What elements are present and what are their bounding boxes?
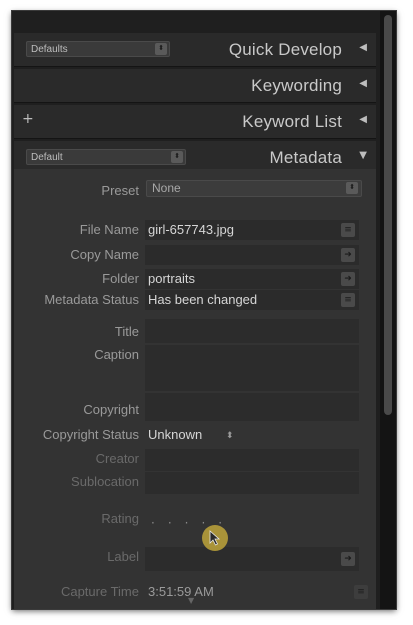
triangle-left-icon[interactable]: ◀ (359, 42, 367, 53)
quick-develop-title: Quick Develop (228, 40, 342, 59)
list-icon[interactable]: ≡ (341, 293, 355, 307)
scrollbar-thumb[interactable] (384, 15, 392, 415)
arrow-right-icon[interactable]: ➜ (341, 248, 355, 262)
metadata-status-value: Has been changed (148, 292, 258, 307)
creator-row: Creator (14, 448, 376, 470)
metadata-preset-dropdown[interactable]: None ⬍ (146, 180, 362, 197)
pointer-icon (209, 530, 221, 546)
folder-label: Folder (102, 271, 139, 286)
copyright-status-label: Copyright Status (42, 427, 139, 442)
panel-scrollbar[interactable] (380, 11, 396, 609)
folder-value: portraits (148, 271, 195, 286)
capture-time-row: Capture Time 3:51:59 AM ≡ (14, 581, 376, 603)
quick-develop-preset-select[interactable]: Defaults ⬍ (26, 41, 170, 57)
caption-label: Caption (94, 347, 139, 362)
metadata-status-row: Metadata Status ≡ Has been changed (14, 289, 376, 311)
add-keyword-icon[interactable]: + (22, 111, 34, 127)
copyright-label: Copyright (83, 402, 139, 417)
label-label: Label (107, 549, 139, 564)
creator-label: Creator (95, 451, 139, 466)
metadata-title: Metadata (269, 148, 342, 167)
metadata-preset-value: Default (31, 152, 63, 163)
copyright-status-value[interactable]: Unknown (148, 427, 202, 442)
list-icon[interactable]: ≡ (341, 223, 355, 237)
folder-row: Folder ➜ portraits (14, 268, 376, 290)
file-name-label: File Name (79, 222, 139, 237)
keyword-list-title: Keyword List (242, 112, 342, 131)
updown-spinner-icon: ⬍ (155, 43, 167, 55)
sublocation-row: Sublocation (14, 471, 376, 493)
panel-stack: Defaults ⬍ Quick Develop ◀ Keywording ◀ … (12, 11, 378, 609)
triangle-down-icon[interactable]: ▼ (359, 150, 367, 161)
rating-label: Rating (101, 511, 139, 526)
keywording-title: Keywording (251, 76, 342, 95)
quick-develop-header[interactable]: Defaults ⬍ Quick Develop ◀ (14, 33, 376, 67)
copy-name-label: Copy Name (70, 247, 139, 262)
triangle-left-icon[interactable]: ◀ (359, 114, 367, 125)
quick-develop-preset-value: Defaults (31, 44, 68, 55)
preset-label: Preset (101, 183, 139, 198)
file-name-value: girl-657743.jpg (148, 222, 235, 237)
sublocation-label: Sublocation (71, 474, 139, 489)
chevron-down-icon[interactable]: ▼ (188, 596, 194, 605)
copyright-status-row: Copyright Status Unknown ⬍ (14, 424, 376, 446)
keyword-list-header[interactable]: + Keyword List ◀ (14, 105, 376, 139)
capture-time-value: 3:51:59 AM (148, 584, 214, 599)
triangle-left-icon[interactable]: ◀ (359, 78, 367, 89)
preset-row: Preset None ⬍ (14, 175, 376, 198)
label-row: Label (14, 546, 376, 568)
updown-spinner-icon[interactable]: ⬍ (226, 430, 234, 441)
metadata-status-label: Metadata Status (44, 292, 139, 307)
lightroom-right-panel: Defaults ⬍ Quick Develop ◀ Keywording ◀ … (12, 11, 396, 609)
metadata-body: Preset None ⬍ File Name ≡ girl-657743.jp… (14, 169, 376, 609)
copy-name-field[interactable]: ➜ (145, 245, 359, 265)
metadata-preset-select[interactable]: Default ⬍ (26, 149, 186, 165)
keywording-header[interactable]: Keywording ◀ (14, 69, 376, 103)
title-row: Title (14, 321, 376, 343)
capture-time-label: Capture Time (60, 584, 139, 599)
copy-name-row: Copy Name ➜ (14, 244, 376, 266)
updown-spinner-icon: ⬍ (346, 182, 358, 194)
title-label: Title (114, 324, 139, 339)
arrow-right-icon[interactable]: ➜ (341, 272, 355, 286)
updown-spinner-icon: ⬍ (171, 151, 183, 163)
metadata-preset-dropdown-value: None (152, 181, 181, 195)
file-name-row: File Name ≡ girl-657743.jpg (14, 219, 376, 241)
copyright-row: Copyright (14, 399, 376, 421)
caption-row: Caption (14, 344, 376, 366)
cursor-highlight (202, 525, 228, 551)
list-icon[interactable]: ≡ (354, 585, 368, 599)
